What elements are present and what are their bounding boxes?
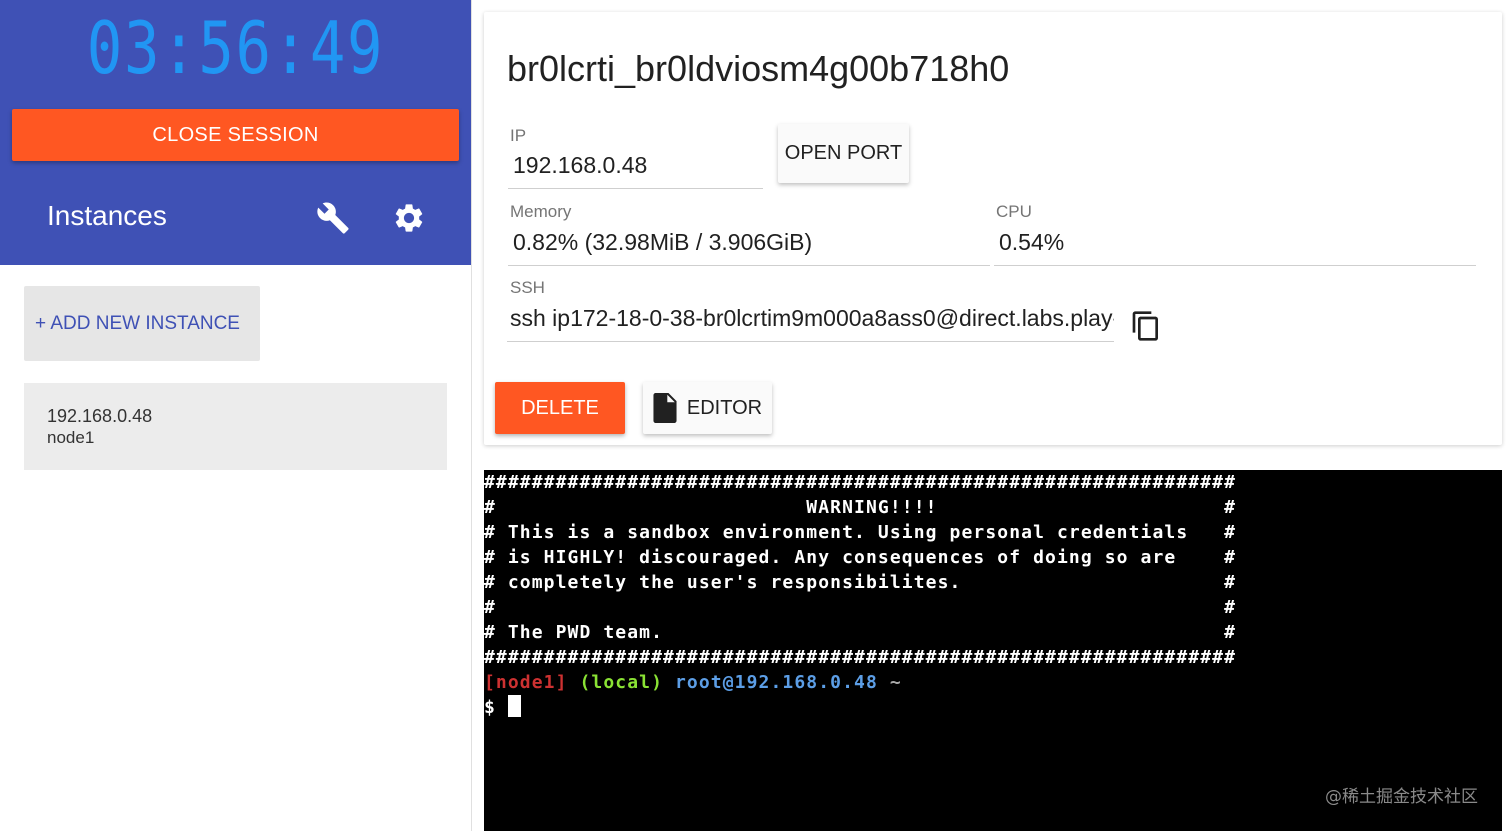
terminal-line: # The PWD team. # — [484, 622, 1237, 643]
cpu-label: CPU — [996, 202, 1032, 221]
gear-icon[interactable] — [391, 200, 427, 236]
add-new-instance-button[interactable]: + ADD NEW INSTANCE — [24, 286, 260, 361]
instance-title: br0lcrti_br0ldviosm4g00b718h0 — [507, 48, 1010, 89]
instance-details-card: br0lcrti_br0ldviosm4g00b718h0 IP 192.168… — [484, 12, 1502, 445]
prompt-symbol: $ — [484, 697, 496, 718]
terminal-cursor — [507, 695, 521, 717]
instance-ip: 192.168.0.48 — [47, 406, 153, 426]
ssh-command-field[interactable]: ssh ip172-18-0-38-br0lcrtim9m000a8ass0@d… — [507, 305, 1114, 342]
terminal-line: # completely the user's responsibilites.… — [484, 572, 1237, 593]
terminal-line: # This is a sandbox environment. Using p… — [484, 522, 1237, 543]
terminal-line: # # — [484, 597, 1237, 618]
terminal-line: ########################################… — [484, 472, 1237, 493]
terminal-input-line[interactable]: $ — [484, 695, 521, 720]
prompt-user-host: root@192.168.0.48 — [675, 672, 878, 693]
prompt-context: (local) — [579, 672, 664, 693]
file-icon — [653, 393, 677, 423]
ssh-label: SSH — [510, 278, 545, 297]
delete-instance-button[interactable]: DELETE — [495, 382, 625, 434]
terminal-line: # is HIGHLY! discouraged. Any consequenc… — [484, 547, 1237, 568]
instance-list-item[interactable]: 192.168.0.48 node1 — [24, 383, 447, 470]
ip-label: IP — [510, 126, 527, 145]
prompt-node: [node1] — [484, 672, 568, 693]
instance-name: node1 — [47, 428, 95, 447]
open-port-button[interactable]: OPEN PORT — [778, 124, 909, 183]
wrench-icon[interactable] — [315, 200, 351, 236]
prompt-path: ~ — [889, 672, 902, 693]
close-session-button[interactable]: CLOSE SESSION — [12, 109, 459, 161]
editor-button-label: EDITOR — [686, 396, 763, 419]
terminal[interactable]: ########################################… — [484, 470, 1502, 831]
session-timer: 03:56:49 — [86, 6, 385, 90]
copy-icon[interactable] — [1130, 308, 1162, 344]
instances-title: Instances — [47, 200, 167, 231]
cpu-field: 0.54% — [994, 229, 1476, 266]
sidebar-header: 03:56:49 CLOSE SESSION Instances — [0, 0, 471, 265]
sidebar: 03:56:49 CLOSE SESSION Instances + ADD N… — [0, 0, 472, 831]
memory-field: 0.82% (32.98MiB / 3.906GiB) — [508, 229, 990, 266]
terminal-line: # WARNING!!!! # — [484, 497, 1237, 518]
editor-button[interactable]: EDITOR — [643, 382, 772, 434]
memory-label: Memory — [510, 202, 572, 221]
terminal-prompt-line: [node1] (local) root@192.168.0.48 ~ — [484, 670, 902, 695]
watermark: @稀土掘金技术社区 — [1325, 787, 1478, 807]
terminal-line: ########################################… — [484, 647, 1237, 668]
ip-field[interactable]: 192.168.0.48 — [508, 152, 763, 189]
